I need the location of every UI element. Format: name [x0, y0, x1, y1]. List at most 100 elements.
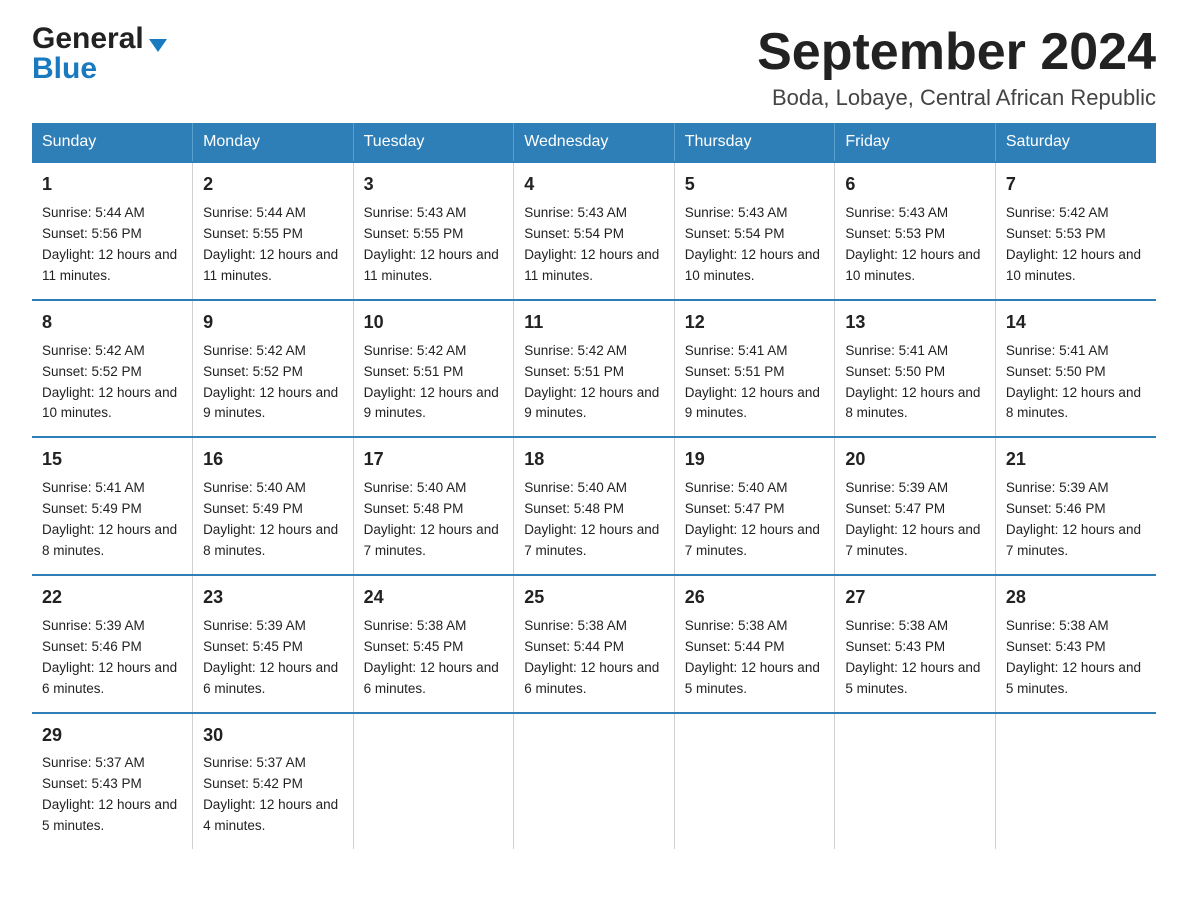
sunset-text: Sunset: 5:49 PM: [203, 501, 303, 516]
logo-general: General: [32, 24, 144, 54]
daylight-text: Daylight: 12 hours and 10 minutes.: [685, 247, 820, 283]
page-title: September 2024: [757, 24, 1156, 81]
sunrise-text: Sunrise: 5:41 AM: [1006, 343, 1109, 358]
sunrise-text: Sunrise: 5:42 AM: [364, 343, 467, 358]
daylight-text: Daylight: 12 hours and 10 minutes.: [1006, 247, 1141, 283]
calendar-cell: 25Sunrise: 5:38 AMSunset: 5:44 PMDayligh…: [514, 575, 675, 713]
daylight-text: Daylight: 12 hours and 8 minutes.: [203, 522, 338, 558]
daylight-text: Daylight: 12 hours and 9 minutes.: [524, 385, 659, 421]
daylight-text: Daylight: 12 hours and 11 minutes.: [203, 247, 338, 283]
calendar-cell: 8 Sunrise: 5:42 AM Sunset: 5:52 PM Daylight…: [32, 300, 193, 438]
sunrise-text: Sunrise: 5:39 AM: [42, 618, 145, 633]
daylight-text: Daylight: 12 hours and 5 minutes.: [1006, 660, 1141, 696]
daylight-text: Daylight: 12 hours and 7 minutes.: [1006, 522, 1141, 558]
day-number: 22: [42, 584, 182, 612]
header-thursday: Thursday: [674, 123, 835, 162]
sunrise-text: Sunrise: 5:38 AM: [685, 618, 788, 633]
header-tuesday: Tuesday: [353, 123, 514, 162]
sunset-text: Sunset: 5:46 PM: [42, 639, 142, 654]
day-number: 8: [42, 309, 182, 337]
calendar-cell: [674, 713, 835, 850]
calendar-week-5: 29Sunrise: 5:37 AMSunset: 5:43 PMDayligh…: [32, 713, 1156, 850]
sunset-text: Sunset: 5:54 PM: [524, 226, 624, 241]
sunrise-text: Sunrise: 5:42 AM: [42, 343, 145, 358]
logo-triangle-icon: [149, 39, 167, 52]
day-number: 25: [524, 584, 664, 612]
day-number: 6: [845, 171, 985, 199]
page-subtitle: Boda, Lobaye, Central African Republic: [757, 85, 1156, 111]
page-header: General Blue September 2024 Boda, Lobaye…: [32, 24, 1156, 111]
daylight-text: Daylight: 12 hours and 11 minutes.: [364, 247, 499, 283]
sunrise-text: Sunrise: 5:38 AM: [845, 618, 948, 633]
calendar-cell: 5Sunrise: 5:43 AMSunset: 5:54 PMDaylight…: [674, 162, 835, 300]
calendar-cell: 13Sunrise: 5:41 AMSunset: 5:50 PMDayligh…: [835, 300, 996, 438]
sunset-text: Sunset: 5:47 PM: [845, 501, 945, 516]
sunset-text: Sunset: 5:53 PM: [1006, 226, 1106, 241]
title-block: September 2024 Boda, Lobaye, Central Afr…: [757, 24, 1156, 111]
daylight-text: Daylight: 12 hours and 6 minutes.: [364, 660, 499, 696]
sunset-text: Sunset: 5:56 PM: [42, 226, 142, 241]
calendar-week-2: 8 Sunrise: 5:42 AM Sunset: 5:52 PM Daylight…: [32, 300, 1156, 438]
header-monday: Monday: [193, 123, 354, 162]
calendar-cell: 26Sunrise: 5:38 AMSunset: 5:44 PMDayligh…: [674, 575, 835, 713]
day-number: 2: [203, 171, 343, 199]
sunset-text: Sunset: 5:50 PM: [1006, 364, 1106, 379]
calendar-cell: [995, 713, 1156, 850]
calendar-week-3: 15 Sunrise: 5:41 AM Sunset: 5:49 PM Dayligh…: [32, 437, 1156, 575]
sunrise-text: Sunrise: 5:39 AM: [845, 480, 948, 495]
day-number: 29: [42, 722, 182, 750]
day-number: 13: [845, 309, 985, 337]
daylight-text: Daylight: 12 hours and 8 minutes.: [845, 385, 980, 421]
sunrise-text: Sunrise: 5:39 AM: [203, 618, 306, 633]
header-friday: Friday: [835, 123, 996, 162]
calendar-cell: [353, 713, 514, 850]
sunrise-text: Sunrise: 5:37 AM: [42, 755, 145, 770]
daylight-text: Daylight: 12 hours and 4 minutes.: [203, 797, 338, 833]
sunset-text: Sunset: 5:54 PM: [685, 226, 785, 241]
sunset-text: Sunset: 5:52 PM: [42, 364, 142, 379]
sunset-text: Sunset: 5:52 PM: [203, 364, 303, 379]
sunset-text: Sunset: 5:53 PM: [845, 226, 945, 241]
sunset-text: Sunset: 5:45 PM: [203, 639, 303, 654]
sunset-text: Sunset: 5:49 PM: [42, 501, 142, 516]
sunset-text: Sunset: 5:51 PM: [685, 364, 785, 379]
daylight-text: Daylight: 12 hours and 10 minutes.: [42, 385, 177, 421]
day-number: 14: [1006, 309, 1146, 337]
sunset-text: Sunset: 5:48 PM: [524, 501, 624, 516]
calendar-cell: 17Sunrise: 5:40 AMSunset: 5:48 PMDayligh…: [353, 437, 514, 575]
sunset-text: Sunset: 5:50 PM: [845, 364, 945, 379]
sunset-text: Sunset: 5:55 PM: [203, 226, 303, 241]
sunset-text: Sunset: 5:42 PM: [203, 776, 303, 791]
calendar-cell: 29Sunrise: 5:37 AMSunset: 5:43 PMDayligh…: [32, 713, 193, 850]
sunset-text: Sunset: 5:45 PM: [364, 639, 464, 654]
calendar-cell: 12Sunrise: 5:41 AMSunset: 5:51 PMDayligh…: [674, 300, 835, 438]
day-number: 15: [42, 446, 182, 474]
calendar-cell: 28Sunrise: 5:38 AMSunset: 5:43 PMDayligh…: [995, 575, 1156, 713]
calendar-cell: 21Sunrise: 5:39 AMSunset: 5:46 PMDayligh…: [995, 437, 1156, 575]
day-number: 11: [524, 309, 664, 337]
calendar-cell: 7Sunrise: 5:42 AMSunset: 5:53 PMDaylight…: [995, 162, 1156, 300]
sunrise-text: Sunrise: 5:41 AM: [42, 480, 145, 495]
daylight-text: Daylight: 12 hours and 8 minutes.: [1006, 385, 1141, 421]
sunset-text: Sunset: 5:55 PM: [364, 226, 464, 241]
calendar-cell: 6Sunrise: 5:43 AMSunset: 5:53 PMDaylight…: [835, 162, 996, 300]
sunset-text: Sunset: 5:51 PM: [524, 364, 624, 379]
daylight-text: Daylight: 12 hours and 5 minutes.: [845, 660, 980, 696]
sunrise-text: Sunrise: 5:41 AM: [685, 343, 788, 358]
sunrise-text: Sunrise: 5:38 AM: [1006, 618, 1109, 633]
calendar-header-row: Sunday Monday Tuesday Wednesday Thursday…: [32, 123, 1156, 162]
daylight-text: Daylight: 12 hours and 6 minutes.: [42, 660, 177, 696]
sunrise-text: Sunrise: 5:37 AM: [203, 755, 306, 770]
logo-blue: Blue: [32, 52, 97, 85]
calendar-cell: 24Sunrise: 5:38 AMSunset: 5:45 PMDayligh…: [353, 575, 514, 713]
calendar-cell: 22 Sunrise: 5:39 AM Sunset: 5:46 PM Dayligh…: [32, 575, 193, 713]
sunset-text: Sunset: 5:43 PM: [1006, 639, 1106, 654]
day-number: 7: [1006, 171, 1146, 199]
sunset-text: Sunset: 5:48 PM: [364, 501, 464, 516]
sunrise-text: Sunrise: 5:39 AM: [1006, 480, 1109, 495]
daylight-text: Daylight: 12 hours and 7 minutes.: [524, 522, 659, 558]
sunset-text: Sunset: 5:43 PM: [845, 639, 945, 654]
sunset-text: Sunset: 5:51 PM: [364, 364, 464, 379]
calendar-cell: [514, 713, 675, 850]
calendar-week-4: 22 Sunrise: 5:39 AM Sunset: 5:46 PM Dayligh…: [32, 575, 1156, 713]
